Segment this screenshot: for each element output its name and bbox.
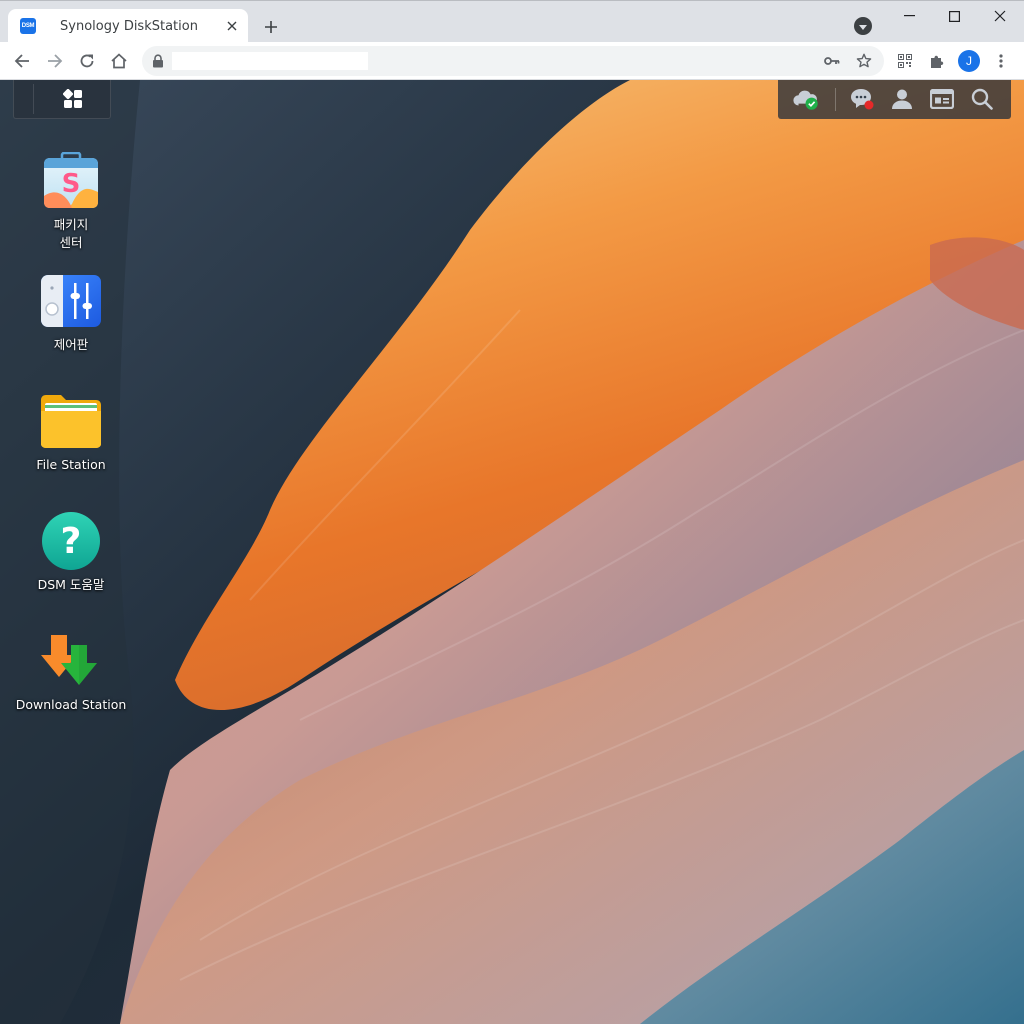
user-icon[interactable] bbox=[888, 86, 916, 112]
shortcut-label: 제어판 bbox=[53, 337, 89, 352]
browser-tab[interactable]: DSM Synology DiskStation bbox=[8, 9, 248, 43]
widget-icon[interactable] bbox=[928, 86, 956, 112]
home-icon[interactable] bbox=[105, 47, 133, 75]
shortcut-label: Download Station bbox=[15, 697, 127, 712]
shortcut-file-station[interactable]: File Station bbox=[10, 390, 132, 474]
forward-icon[interactable] bbox=[41, 47, 69, 75]
shortcut-label: File Station bbox=[36, 457, 106, 472]
taskbar-divider bbox=[33, 84, 34, 114]
puzzle-icon[interactable] bbox=[926, 50, 948, 72]
download-icon bbox=[40, 630, 102, 692]
profile-avatar[interactable]: J bbox=[958, 50, 980, 72]
tab-title: Synology DiskStation bbox=[60, 18, 198, 34]
search-icon[interactable] bbox=[968, 86, 996, 112]
address-bar[interactable] bbox=[142, 46, 884, 76]
new-tab-button[interactable] bbox=[258, 14, 284, 40]
cloud-check-icon[interactable] bbox=[792, 86, 820, 112]
shortcut-package-center[interactable]: S 패키지 센터 bbox=[10, 150, 132, 252]
control-panel-icon bbox=[40, 270, 102, 332]
close-window-button[interactable] bbox=[977, 1, 1023, 31]
taskbar-left bbox=[13, 80, 111, 119]
canyon-wallpaper bbox=[0, 80, 1024, 1024]
maximize-button[interactable] bbox=[931, 1, 977, 31]
dsm-desktop[interactable]: S 패키지 센터 제어판 File Station ? DSM 도움말 Down… bbox=[0, 80, 1024, 1024]
svg-text:?: ? bbox=[61, 521, 82, 562]
tray-divider bbox=[835, 88, 836, 111]
shortcut-download-station[interactable]: Download Station bbox=[10, 630, 132, 714]
tab-close-icon[interactable] bbox=[222, 16, 242, 36]
folder-icon bbox=[40, 390, 102, 452]
svg-text:S: S bbox=[62, 169, 81, 199]
shortcut-dsm-help[interactable]: ? DSM 도움말 bbox=[10, 510, 132, 594]
package-center-icon: S bbox=[40, 150, 102, 212]
qr-icon[interactable] bbox=[894, 50, 916, 72]
minimize-button[interactable] bbox=[886, 1, 932, 31]
url-input[interactable] bbox=[172, 52, 368, 70]
tab-search-icon[interactable] bbox=[854, 17, 872, 35]
shortcut-label: DSM 도움말 bbox=[37, 577, 105, 592]
kebab-icon[interactable] bbox=[990, 50, 1012, 72]
key-icon[interactable] bbox=[822, 51, 842, 71]
star-icon[interactable] bbox=[854, 51, 874, 71]
dsm-favicon-icon: DSM bbox=[20, 18, 36, 34]
tab-strip: DSM Synology DiskStation bbox=[0, 0, 1024, 43]
browser-toolbar: J bbox=[0, 42, 1024, 80]
chat-icon[interactable] bbox=[848, 86, 876, 112]
main-menu-icon[interactable] bbox=[60, 87, 86, 111]
back-icon[interactable] bbox=[8, 47, 36, 75]
help-icon: ? bbox=[40, 510, 102, 572]
taskbar-tray bbox=[778, 80, 1011, 119]
lock-icon bbox=[153, 54, 163, 68]
shortcut-label: 패키지 센터 bbox=[53, 217, 89, 250]
shortcut-control-panel[interactable]: 제어판 bbox=[10, 270, 132, 354]
reload-icon[interactable] bbox=[73, 47, 101, 75]
